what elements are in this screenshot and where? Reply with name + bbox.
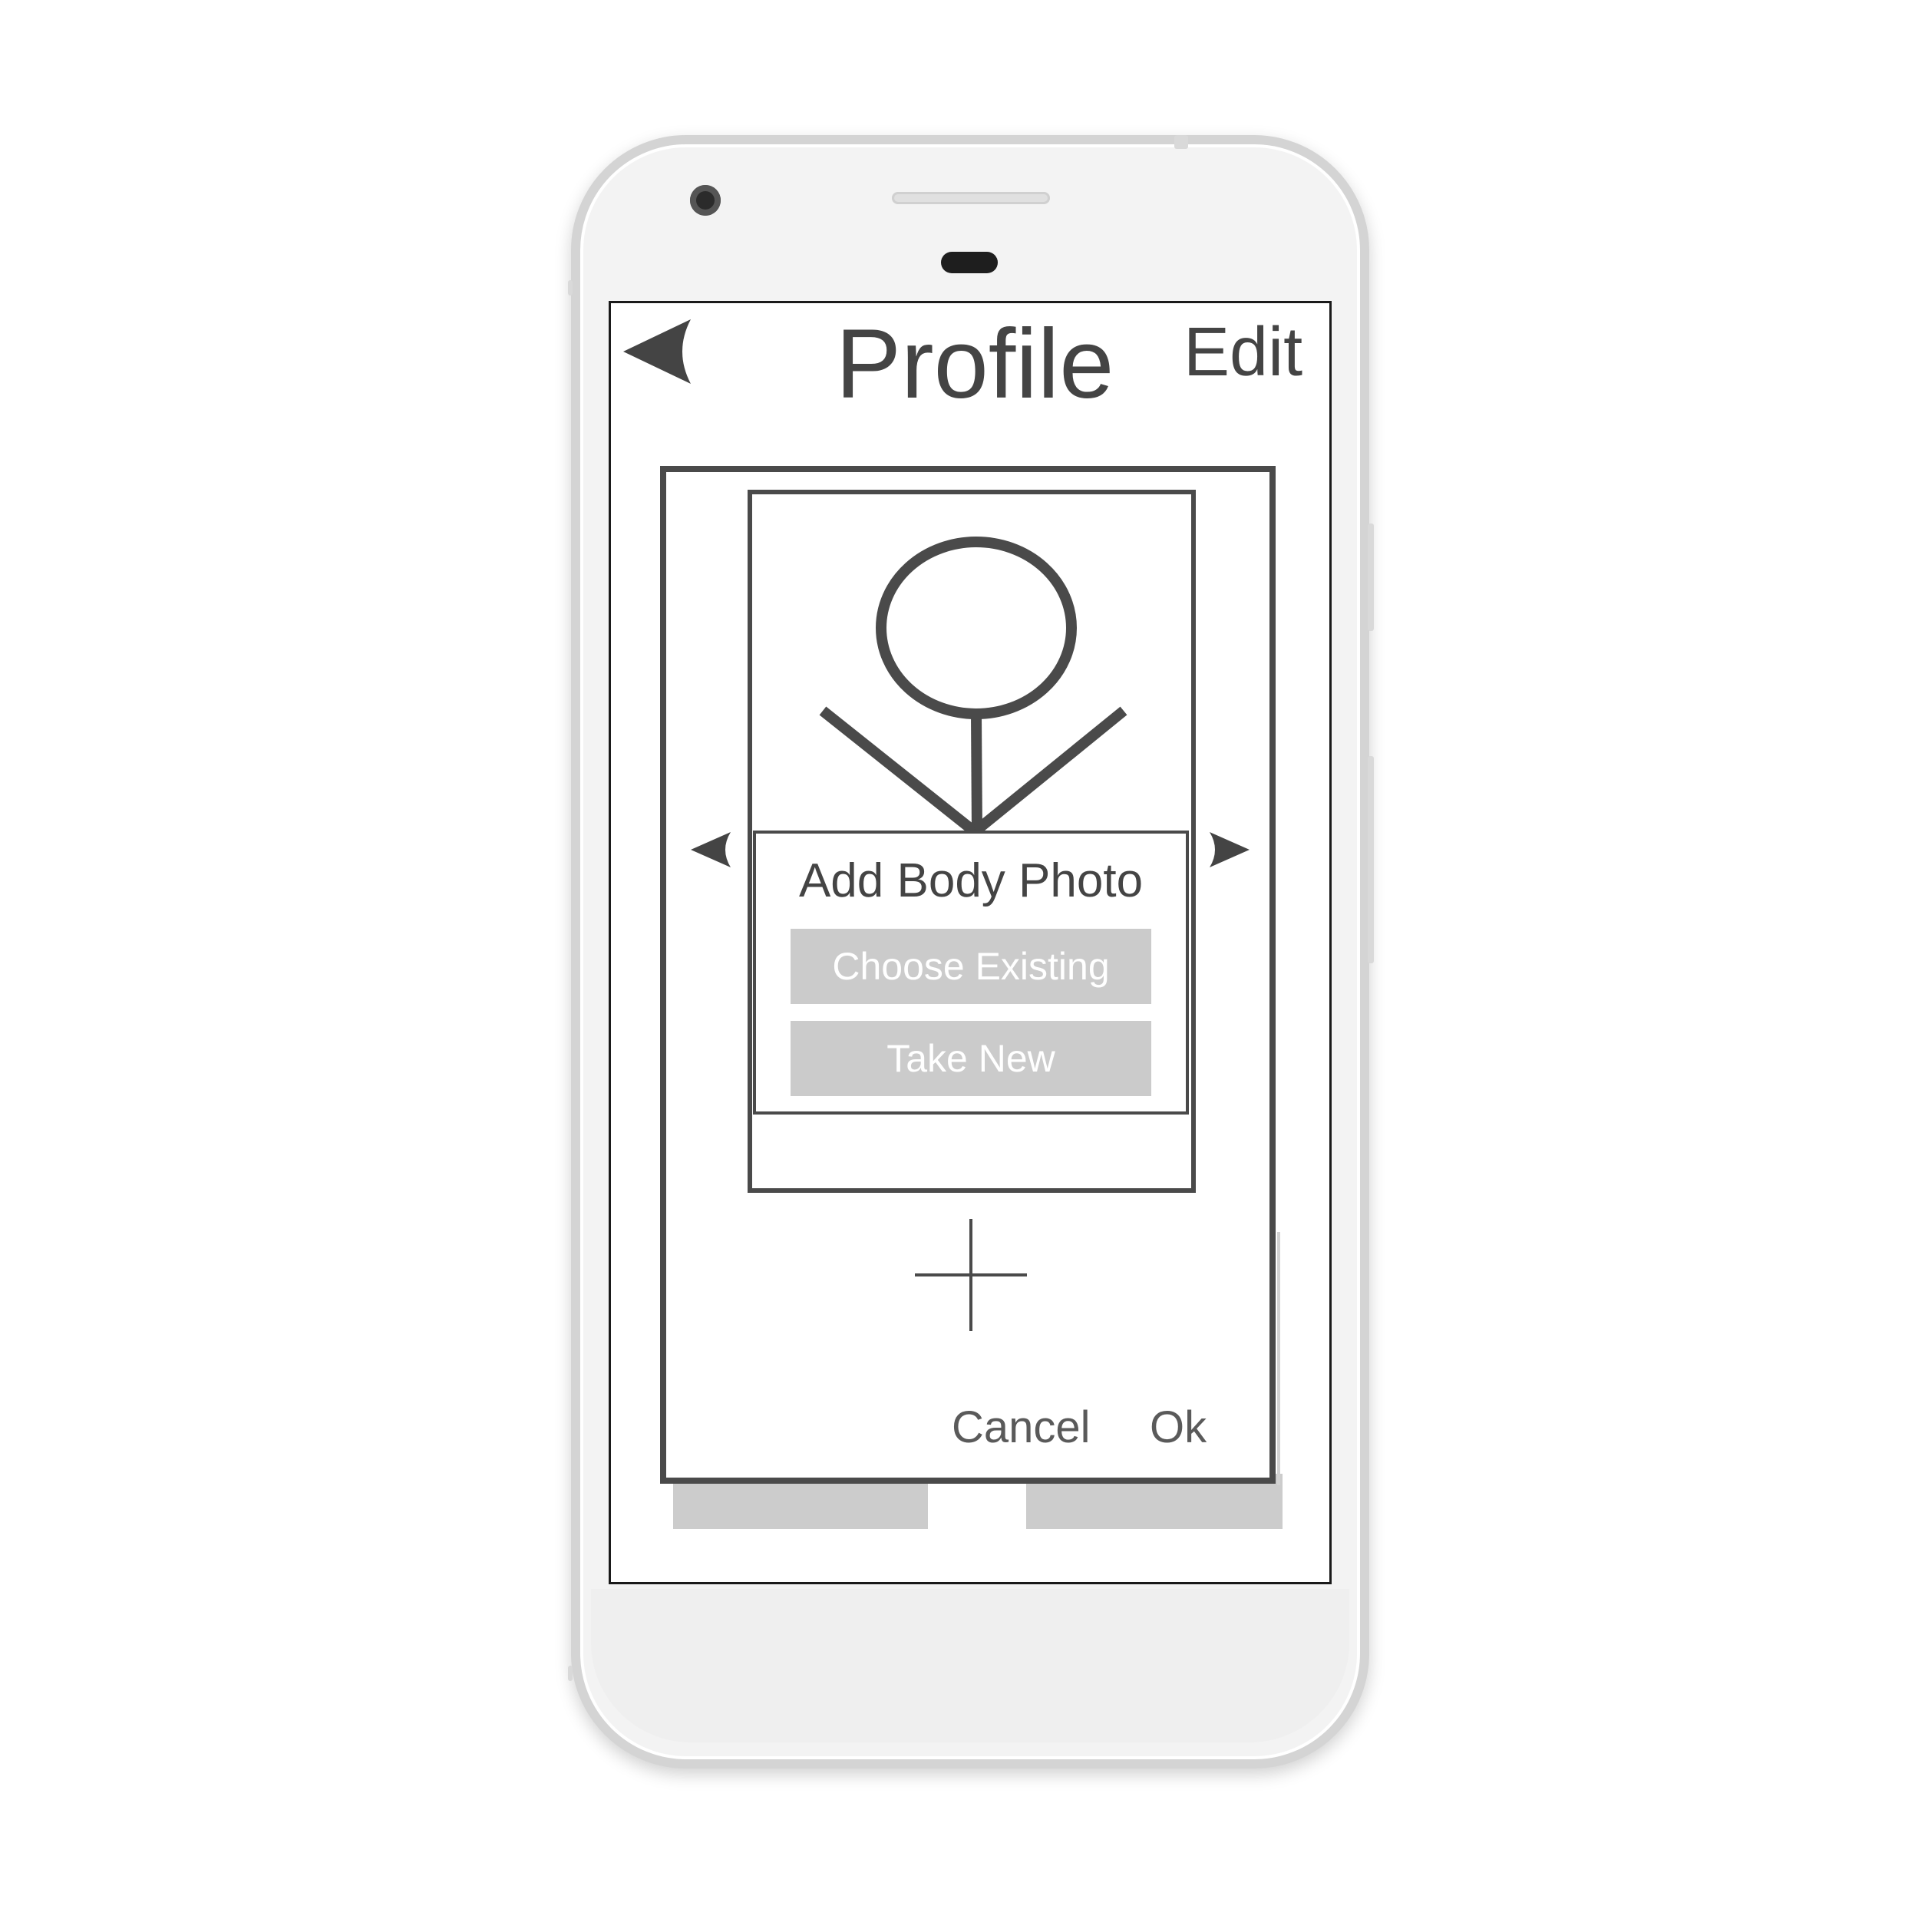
power-button	[1368, 523, 1374, 631]
stick-figure-icon	[819, 537, 1127, 835]
volume-button	[1368, 756, 1374, 963]
page-title: Profile	[835, 309, 1114, 419]
plus-icon[interactable]	[912, 1216, 1030, 1334]
background-edge	[1277, 1232, 1280, 1485]
left-seam-top	[568, 280, 573, 296]
cancel-button[interactable]: Cancel	[952, 1399, 1091, 1457]
chevron-left-icon[interactable]	[689, 829, 735, 870]
left-seam-bottom	[568, 1666, 573, 1681]
username-label: USERNAME	[675, 444, 1274, 468]
phone-chin	[591, 1589, 1349, 1742]
ok-button[interactable]: Ok	[1150, 1399, 1207, 1457]
choose-existing-button[interactable]: Choose Existing	[791, 929, 1151, 1004]
proximity-sensor	[941, 252, 998, 273]
take-new-button[interactable]: Take New	[791, 1021, 1151, 1096]
popup-title: Add Body Photo	[798, 854, 1144, 907]
front-camera	[690, 185, 721, 216]
edit-button[interactable]: Edit	[1184, 310, 1302, 395]
back-arrow-icon[interactable]	[620, 315, 697, 388]
earpiece-speaker	[892, 192, 1050, 204]
chevron-right-icon[interactable]	[1205, 829, 1251, 870]
top-button	[1174, 135, 1188, 149]
